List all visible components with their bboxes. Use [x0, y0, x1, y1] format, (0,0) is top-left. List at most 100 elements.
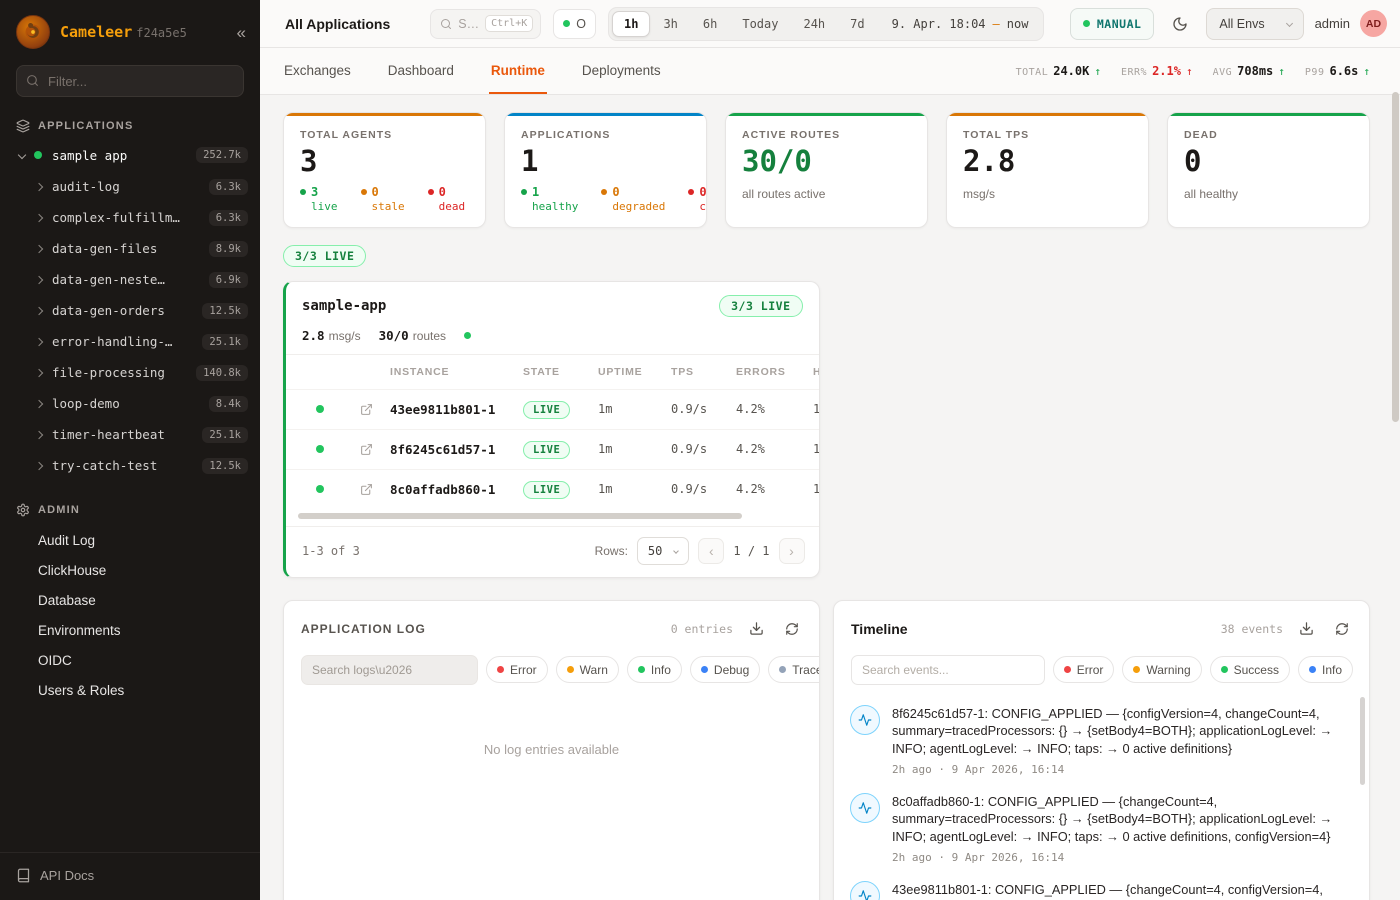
col-tps: TPS	[671, 366, 736, 378]
timeline-scrollbar[interactable]	[1360, 697, 1365, 785]
tab-runtime[interactable]: Runtime	[489, 48, 547, 94]
manual-label: MANUAL	[1097, 17, 1142, 31]
refresh-events-button[interactable]	[1329, 616, 1355, 642]
log-filter-error[interactable]: Error	[486, 656, 548, 683]
sidebar-item-error-handling[interactable]: error-handling-…25.1k	[0, 326, 260, 357]
rows-per-page-value: 50	[648, 544, 662, 558]
time-range-today[interactable]: Today	[730, 11, 790, 37]
rows-per-page-select[interactable]: 50	[637, 537, 689, 565]
horizontal-scrollbar[interactable]	[298, 513, 742, 519]
global-search-button[interactable]: S… Ctrl+K	[430, 9, 541, 39]
sidebar-collapse-button[interactable]: «	[237, 24, 246, 41]
next-page-button[interactable]: ›	[779, 538, 805, 564]
sidebar-item-audit-log[interactable]: audit-log6.3k	[0, 171, 260, 202]
count-badge: 6.9k	[209, 272, 248, 288]
agent-row[interactable]: 8f6245c61d57-1 LIVE 1m 0.9/s 4.2% 1	[286, 429, 819, 469]
external-link-icon[interactable]	[342, 483, 390, 496]
prev-page-button[interactable]: ‹	[698, 538, 724, 564]
brand-name: Cameleer	[60, 23, 132, 41]
timeline-event[interactable]: 8c0affadb860-1: CONFIG_APPLIED — {change…	[850, 793, 1345, 864]
dark-mode-toggle[interactable]	[1165, 9, 1195, 39]
timeline-filter-error[interactable]: Error	[1053, 656, 1115, 683]
download-logs-button[interactable]	[743, 616, 769, 642]
sidebar-item-complex-fulfillment[interactable]: complex-fulfillm…6.3k	[0, 202, 260, 233]
external-link-icon[interactable]	[342, 443, 390, 456]
app-label: loop-demo	[52, 396, 120, 411]
status-dot	[361, 189, 367, 195]
sidebar-item-data-gen-orders[interactable]: data-gen-orders12.5k	[0, 295, 260, 326]
sidebar-item-sample-app[interactable]: sample app 252.7k	[0, 141, 260, 169]
api-docs-label: API Docs	[40, 868, 94, 883]
log-filter-warn[interactable]: Warn	[556, 656, 619, 683]
count-badge: 140.8k	[196, 365, 248, 381]
sidebar-item-audit-log-admin[interactable]: Audit Log	[0, 525, 260, 555]
sidebar-filter-input[interactable]	[16, 65, 244, 97]
sidebar-item-loop-demo[interactable]: loop-demo 8.4k	[0, 388, 260, 419]
app-logo[interactable]	[16, 15, 50, 49]
sidebar-item-users-roles[interactable]: Users & Roles	[0, 675, 260, 705]
timeline-event[interactable]: 43ee9811b801-1: CONFIG_APPLIED — {change…	[850, 881, 1345, 900]
time-range-1h[interactable]: 1h	[612, 11, 650, 37]
app-name[interactable]: sample-app	[302, 298, 386, 314]
timeline-filter-success[interactable]: Success	[1210, 656, 1290, 683]
app-label: error-handling-…	[52, 334, 172, 349]
sidebar-item-file-processing[interactable]: file-processing140.8k	[0, 357, 260, 388]
sidebar-item-data-gen-nested[interactable]: data-gen-neste…6.9k	[0, 264, 260, 295]
page-scrollbar[interactable]	[1392, 92, 1399, 422]
download-events-button[interactable]	[1293, 616, 1319, 642]
log-filter-info[interactable]: Info	[627, 656, 682, 683]
timeline-filter-info[interactable]: Info	[1298, 656, 1353, 683]
sidebar-item-environments[interactable]: Environments	[0, 615, 260, 645]
tab-exchanges[interactable]: Exchanges	[282, 48, 353, 94]
build-version: f24a5e5	[136, 26, 187, 40]
time-range-24h[interactable]: 24h	[791, 11, 837, 37]
tab-deployments[interactable]: Deployments	[580, 48, 663, 94]
chevron-right-icon	[35, 399, 43, 407]
api-docs-link[interactable]: API Docs	[0, 852, 260, 900]
sidebar-item-oidc[interactable]: OIDC	[0, 645, 260, 675]
log-search-input[interactable]	[301, 655, 478, 685]
warn-level-dot	[567, 666, 574, 673]
live-summary-badge: 3/3 LIVE	[283, 245, 366, 267]
cell-errors: 4.2%	[736, 482, 813, 496]
sidebar-item-data-gen-files[interactable]: data-gen-files8.9k	[0, 233, 260, 264]
timeline-filter-warning[interactable]: Warning	[1122, 656, 1201, 683]
environment-select[interactable]: All Envs	[1206, 8, 1303, 40]
activity-icon	[850, 705, 880, 735]
time-range-6h[interactable]: 6h	[691, 11, 729, 37]
tab-dashboard[interactable]: Dashboard	[386, 48, 456, 94]
timeline-search-input[interactable]	[851, 655, 1045, 685]
online-indicator[interactable]: O	[553, 9, 596, 39]
external-link-icon[interactable]	[342, 403, 390, 416]
chevron-down-icon[interactable]	[18, 151, 26, 159]
agent-row[interactable]: 43ee9811b801-1 LIVE 1m 0.9/s 4.2% 1	[286, 389, 819, 429]
manual-mode-button[interactable]: MANUAL	[1070, 8, 1155, 40]
status-dot	[34, 151, 42, 159]
agent-row[interactable]: 8c0affadb860-1 LIVE 1m 0.9/s 4.2% 1	[286, 469, 819, 509]
date-range-display[interactable]: 9. Apr. 18:04 — now	[878, 17, 1041, 31]
event-message: 8f6245c61d57-1: CONFIG_APPLIED — {config…	[892, 705, 1345, 757]
card-value: 1	[521, 146, 690, 178]
agent-status-dot	[316, 405, 324, 413]
page-indicator: 1 / 1	[733, 544, 769, 558]
app-metrics-row: 2.8msg/s 30/0routes	[286, 325, 819, 355]
sidebar-item-try-catch-test[interactable]: try-catch-test12.5k	[0, 450, 260, 481]
trend-up-icon: ↑	[1278, 65, 1285, 78]
log-filter-debug[interactable]: Debug	[690, 656, 760, 683]
tab-bar: Exchanges Dashboard Runtime Deployments …	[260, 48, 1400, 95]
log-filter-trace[interactable]: Trace	[768, 656, 820, 683]
cell-errors: 4.2%	[736, 402, 813, 416]
sidebar-item-timer-heartbeat[interactable]: timer-heartbeat25.1k	[0, 419, 260, 450]
time-range-3h[interactable]: 3h	[651, 11, 689, 37]
app-label: data-gen-files	[52, 241, 157, 256]
sidebar-item-database[interactable]: Database	[0, 585, 260, 615]
time-range-7d[interactable]: 7d	[838, 11, 876, 37]
count-badge: 8.4k	[209, 396, 248, 412]
timeline-event[interactable]: 8f6245c61d57-1: CONFIG_APPLIED — {config…	[850, 705, 1345, 776]
table-pagination: 1-3 of 3 Rows: 50 ‹ 1 / 1 ›	[286, 526, 819, 577]
user-menu[interactable]: admin AD	[1315, 10, 1387, 37]
sidebar: Cameleerf24a5e5 « APPLICATIONS sample ap…	[0, 0, 260, 900]
gear-icon	[16, 503, 30, 517]
refresh-logs-button[interactable]	[779, 616, 805, 642]
sidebar-item-clickhouse[interactable]: ClickHouse	[0, 555, 260, 585]
